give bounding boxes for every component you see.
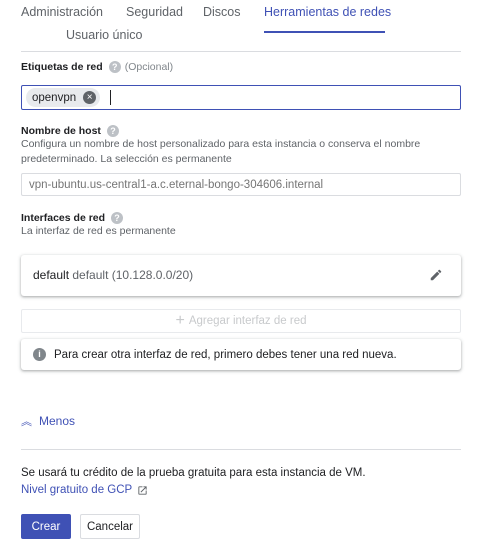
network-tags-label-text: Etiquetas de red bbox=[21, 61, 103, 73]
network-tags-label: Etiquetas de red ? (Opcional) bbox=[21, 61, 173, 73]
external-link-icon bbox=[138, 485, 147, 495]
help-circle-icon[interactable]: ? bbox=[108, 61, 121, 73]
create-button[interactable]: Crear bbox=[21, 514, 71, 539]
optional-label: (Opcional) bbox=[124, 61, 174, 73]
tag-chip-label: openvpn bbox=[32, 91, 77, 104]
help-circle-icon[interactable]: ? bbox=[106, 125, 119, 137]
gcp-free-tier-link-text: Nivel gratuito de GCP bbox=[21, 484, 133, 496]
tabs-divider bbox=[21, 51, 461, 52]
interfaces-label-text: Interfaces de red bbox=[21, 212, 106, 224]
network-tags-input[interactable]: openvpn × bbox=[21, 85, 461, 110]
text-cursor bbox=[110, 90, 111, 105]
hostname-input[interactable] bbox=[21, 173, 461, 196]
interface-summary: default default (10.128.0.0/20) bbox=[33, 268, 193, 282]
help-circle-icon[interactable]: ? bbox=[111, 212, 124, 224]
cancel-button[interactable]: Cancelar bbox=[80, 514, 140, 539]
tag-chip: openvpn × bbox=[26, 88, 101, 107]
tab-seguridad[interactable]: Seguridad bbox=[126, 5, 183, 19]
info-banner: i Para crear otra interfaz de red, prime… bbox=[21, 339, 461, 370]
close-circle-icon[interactable]: × bbox=[83, 91, 97, 104]
tab-herramientas-de-redes[interactable]: Herramientas de redes bbox=[264, 5, 391, 19]
interface-detail: default (10.128.0.0/20) bbox=[72, 268, 194, 282]
chevron-double-up-icon: ︽ bbox=[21, 416, 32, 428]
interfaces-description: La interfaz de red es permanente bbox=[21, 225, 176, 237]
section-divider bbox=[21, 449, 461, 450]
active-tab-indicator bbox=[264, 31, 385, 33]
info-banner-text: Para crear otra interfaz de red, primero… bbox=[54, 348, 397, 361]
add-network-interface-button[interactable]: + Agregar interfaz de red bbox=[21, 309, 461, 333]
less-label: Menos bbox=[39, 414, 76, 428]
tab-usuario-unico[interactable]: Usuario único bbox=[66, 28, 142, 42]
tab-discos[interactable]: Discos bbox=[203, 5, 241, 19]
less-toggle[interactable]: ︽ Menos bbox=[21, 413, 75, 429]
hostname-description: Configura un nombre de host personalizad… bbox=[21, 138, 421, 165]
network-interface-card[interactable]: default default (10.128.0.0/20) bbox=[21, 255, 461, 296]
interface-name: default bbox=[33, 268, 70, 282]
plus-icon: + bbox=[175, 312, 185, 329]
hostname-label: Nombre de host ? bbox=[21, 125, 119, 137]
info-icon: i bbox=[33, 348, 46, 361]
add-network-interface-label: Agregar interfaz de red bbox=[188, 315, 307, 327]
free-trial-credit-notice: Se usará tu crédito de la prueba gratuit… bbox=[21, 467, 366, 479]
tab-administracion[interactable]: Administración bbox=[21, 5, 103, 19]
gcp-free-tier-link[interactable]: Nivel gratuito de GCP bbox=[21, 484, 148, 496]
pencil-icon[interactable] bbox=[429, 268, 443, 282]
interfaces-label: Interfaces de red ? bbox=[21, 212, 124, 224]
hostname-label-text: Nombre de host bbox=[21, 125, 101, 137]
tab-bar: Administración Seguridad Discos Herramie… bbox=[21, 0, 461, 42]
